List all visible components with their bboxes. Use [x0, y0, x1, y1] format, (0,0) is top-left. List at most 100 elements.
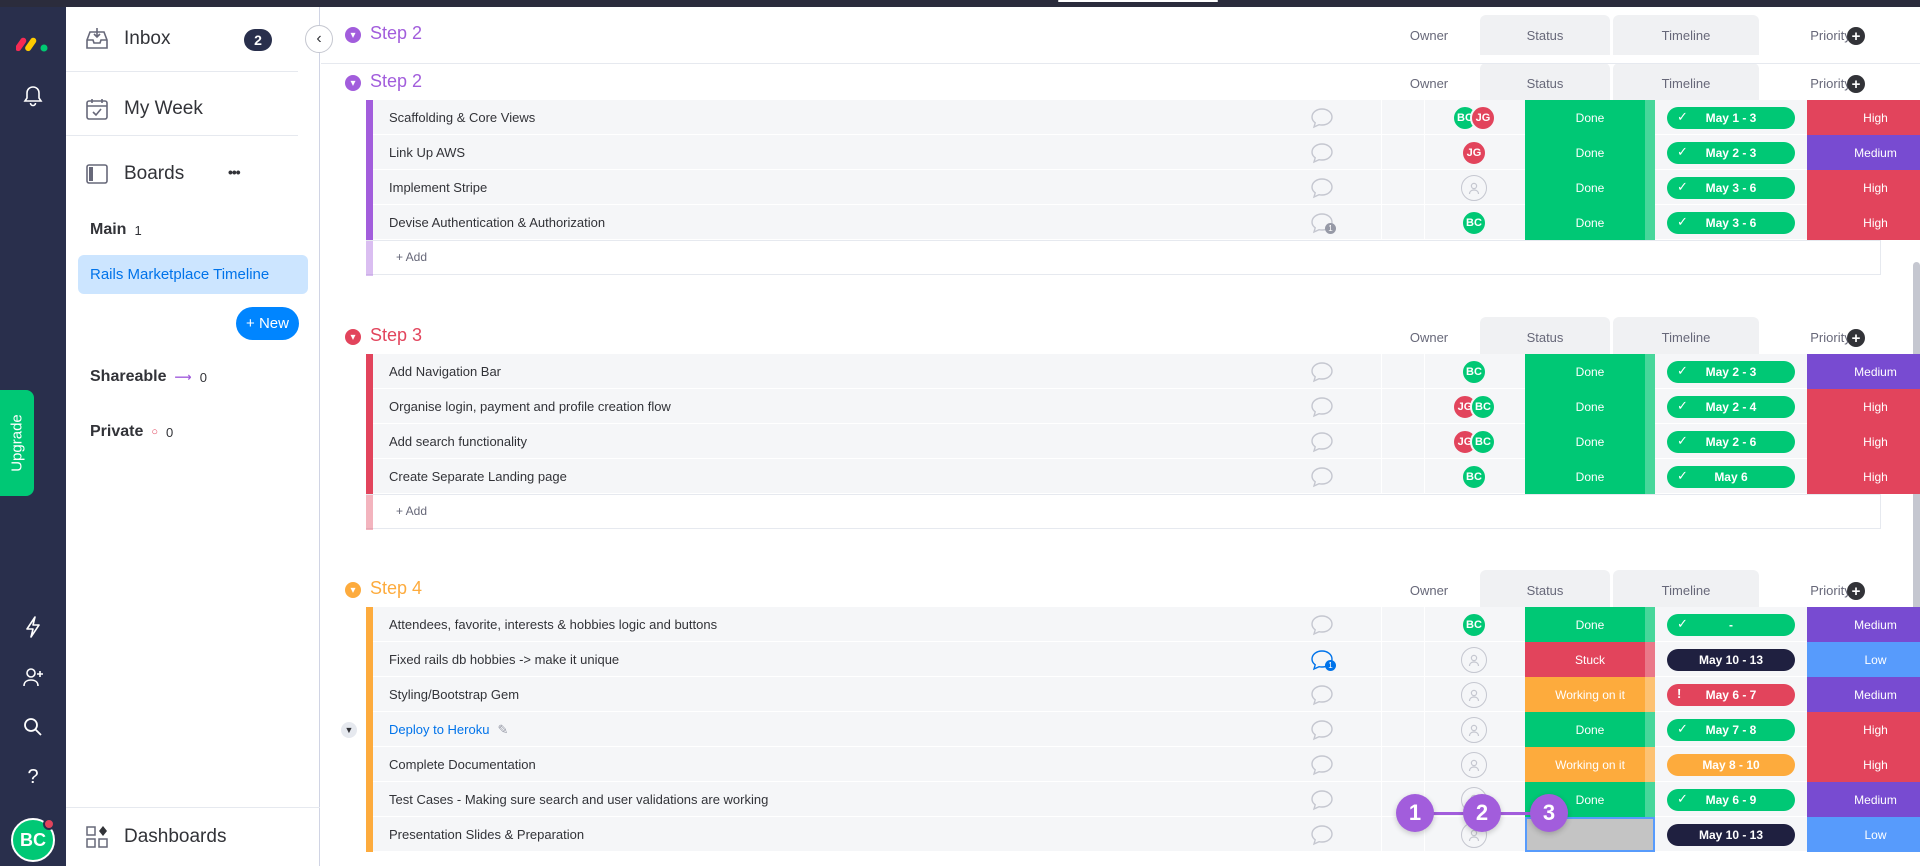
- conversation-icon[interactable]: [1310, 754, 1334, 776]
- timeline-cell[interactable]: ✓ May 2 - 4: [1658, 389, 1804, 424]
- status-cell[interactable]: Done: [1525, 712, 1655, 747]
- add-item-row[interactable]: + Add: [366, 494, 1881, 530]
- status-cell[interactable]: Working on it: [1525, 677, 1655, 712]
- item-name-text[interactable]: Fixed rails db hobbies -> make it unique: [389, 652, 619, 667]
- group-title[interactable]: Step 2: [370, 23, 422, 44]
- item-name[interactable]: Test Cases - Making sure search and user…: [389, 782, 768, 817]
- conversation-icon[interactable]: [1310, 789, 1334, 811]
- timeline-cell[interactable]: ✓ May 1 - 3: [1658, 100, 1804, 135]
- priority-cell[interactable]: High: [1807, 170, 1920, 205]
- timeline-cell[interactable]: ✓ May 3 - 6: [1658, 170, 1804, 205]
- upgrade-button[interactable]: Upgrade: [0, 390, 34, 496]
- column-header-owner[interactable]: Owner: [1381, 317, 1477, 357]
- conversation-icon[interactable]: [1310, 396, 1334, 418]
- table-row[interactable]: Implement Stripe Done ✓ May 3 - 6 High: [366, 170, 1920, 205]
- timeline-cell[interactable]: ✓ May 3 - 6: [1658, 205, 1804, 240]
- group-title[interactable]: Step 3: [370, 325, 422, 346]
- timeline-pill[interactable]: ✓ May 2 - 3: [1667, 141, 1795, 164]
- item-name[interactable]: Scaffolding & Core Views: [389, 100, 535, 135]
- owner-avatar[interactable]: BC: [1461, 209, 1487, 236]
- column-header-priority[interactable]: Priority: [1762, 317, 1899, 357]
- table-row[interactable]: Link Up AWS JG Done ✓ May 2 - 3 Medium: [366, 135, 1920, 170]
- add-item-label[interactable]: + Add: [396, 504, 427, 518]
- status-cell[interactable]: Working on it: [1525, 747, 1655, 782]
- owner-cell[interactable]: JG BC: [1426, 424, 1522, 459]
- monday-logo-icon[interactable]: [16, 31, 50, 53]
- timeline-cell[interactable]: ✓ -: [1658, 607, 1804, 642]
- conversation-icon[interactable]: [1310, 142, 1334, 164]
- table-row[interactable]: Complete Documentation Working on it May 8…: [366, 747, 1920, 782]
- timeline-cell[interactable]: ✓ May 6: [1658, 459, 1804, 494]
- status-cell[interactable]: Done: [1525, 354, 1655, 389]
- section-shareable[interactable]: Shareable ⟶ 0: [90, 368, 207, 386]
- boards-more-icon[interactable]: •••: [228, 164, 241, 180]
- conversation-icon[interactable]: [1310, 107, 1334, 129]
- status-cell[interactable]: Done: [1525, 389, 1655, 424]
- conversation-icon[interactable]: [1310, 719, 1334, 741]
- status-cell[interactable]: Done: [1525, 424, 1655, 459]
- status-cell[interactable]: Done: [1525, 459, 1655, 494]
- priority-cell[interactable]: High: [1807, 424, 1920, 459]
- owner-cell[interactable]: JG BC: [1426, 389, 1522, 424]
- conversation-icon[interactable]: [1310, 684, 1334, 706]
- item-name-text[interactable]: Add search functionality: [389, 434, 527, 449]
- group-title[interactable]: Step 2: [370, 71, 422, 92]
- owner-avatar[interactable]: BC: [1461, 463, 1487, 490]
- add-user-icon[interactable]: [20, 664, 46, 690]
- onboarding-step-1[interactable]: 1: [1396, 794, 1434, 832]
- timeline-cell[interactable]: May 8 - 10: [1658, 747, 1804, 782]
- table-row[interactable]: Add search functionality JG BC Done ✓ May 2 -…: [366, 424, 1920, 459]
- owner-cell[interactable]: [1426, 170, 1522, 205]
- timeline-pill[interactable]: ✓ May 6: [1667, 465, 1795, 488]
- owner-cell[interactable]: [1426, 677, 1522, 712]
- priority-cell[interactable]: Medium: [1807, 782, 1920, 817]
- item-name-text[interactable]: Styling/Bootstrap Gem: [389, 687, 519, 702]
- column-header-priority[interactable]: Priority: [1762, 63, 1899, 103]
- empty-avatar-icon[interactable]: [1461, 174, 1487, 201]
- table-row[interactable]: Add Navigation Bar BC Done ✓ May 2 - 3 Medium: [366, 354, 1920, 389]
- priority-cell[interactable]: High: [1807, 712, 1920, 747]
- timeline-pill[interactable]: ! May 6 - 7: [1667, 683, 1795, 706]
- owner-cell[interactable]: BC: [1426, 205, 1522, 240]
- group-collapse-icon[interactable]: ▾: [345, 27, 361, 43]
- table-row[interactable]: Organise login, payment and profile crea…: [366, 389, 1920, 424]
- timeline-pill[interactable]: May 10 - 13: [1667, 648, 1795, 671]
- table-row[interactable]: Scaffolding & Core Views BC JG Done ✓ May 1 -…: [366, 100, 1920, 135]
- priority-cell[interactable]: Low: [1807, 642, 1920, 677]
- owner-cell[interactable]: BC: [1426, 607, 1522, 642]
- group-collapse-icon[interactable]: ▾: [345, 582, 361, 598]
- item-name-text[interactable]: Test Cases - Making sure search and user…: [389, 792, 768, 807]
- priority-cell[interactable]: High: [1807, 459, 1920, 494]
- nav-my-week[interactable]: My Week: [66, 77, 320, 141]
- owner-avatar[interactable]: BC: [1461, 611, 1487, 638]
- column-header-priority[interactable]: Priority: [1762, 15, 1899, 55]
- owner-avatar[interactable]: BC: [1470, 428, 1496, 455]
- column-header-owner[interactable]: Owner: [1381, 570, 1477, 610]
- timeline-cell[interactable]: ✓ May 2 - 6: [1658, 424, 1804, 459]
- board-item-rails-marketplace[interactable]: Rails Marketplace Timeline: [78, 255, 308, 294]
- column-header-status[interactable]: Status: [1480, 570, 1610, 610]
- table-row[interactable]: Attendees, favorite, interests & hobbies…: [366, 607, 1920, 642]
- timeline-cell[interactable]: May 10 - 13: [1658, 817, 1804, 852]
- item-name[interactable]: Create Separate Landing page: [389, 459, 567, 494]
- onboarding-step-3[interactable]: 3: [1530, 794, 1568, 832]
- owner-cell[interactable]: BC JG: [1426, 100, 1522, 135]
- owner-cell[interactable]: [1426, 642, 1522, 677]
- item-name-text[interactable]: Link Up AWS: [389, 145, 465, 160]
- item-name-text[interactable]: Organise login, payment and profile crea…: [389, 399, 671, 414]
- owner-avatar[interactable]: BC: [1461, 358, 1487, 385]
- item-name-text[interactable]: Presentation Slides & Preparation: [389, 827, 584, 842]
- column-header-priority[interactable]: Priority: [1762, 570, 1899, 610]
- empty-avatar-icon[interactable]: [1461, 681, 1487, 708]
- priority-cell[interactable]: High: [1807, 389, 1920, 424]
- column-header-timeline[interactable]: Timeline: [1613, 317, 1759, 357]
- column-header-owner[interactable]: Owner: [1381, 15, 1477, 55]
- item-name[interactable]: Add Navigation Bar: [389, 354, 501, 389]
- empty-avatar-icon[interactable]: [1461, 751, 1487, 778]
- add-column-icon[interactable]: +: [1847, 75, 1865, 93]
- timeline-pill[interactable]: ✓ May 2 - 4: [1667, 395, 1795, 418]
- column-header-status[interactable]: Status: [1480, 317, 1610, 357]
- column-header-status[interactable]: Status: [1480, 15, 1610, 55]
- timeline-cell[interactable]: ✓ May 2 - 3: [1658, 135, 1804, 170]
- priority-cell[interactable]: High: [1807, 205, 1920, 240]
